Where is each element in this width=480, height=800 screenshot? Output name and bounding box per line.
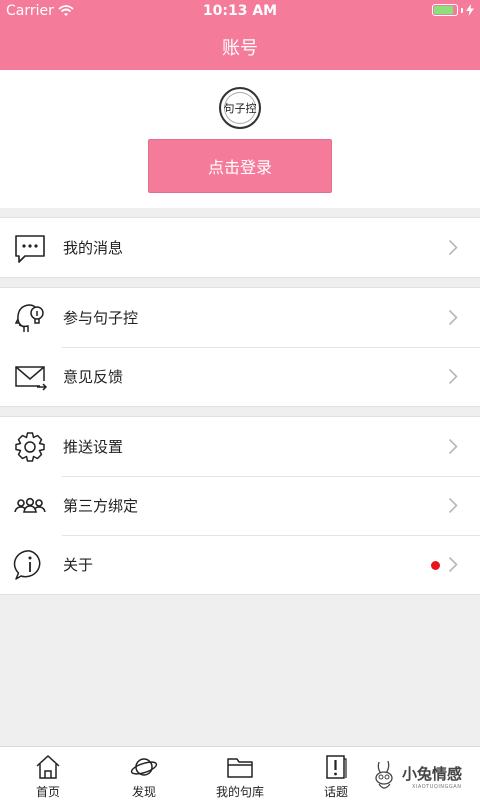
chevron-right-icon — [448, 497, 458, 514]
gear-icon — [13, 430, 47, 464]
chevron-right-icon — [448, 368, 458, 385]
info-icon — [13, 548, 47, 582]
battery-level — [434, 6, 453, 14]
menu-item-label: 参与句子控 — [63, 309, 139, 327]
watermark: 小兔情感 XIAOTUQINGGAN — [368, 757, 480, 800]
new-notification-dot — [431, 561, 440, 570]
menu-item-label: 意见反馈 — [63, 368, 124, 386]
menu-item-push-settings[interactable]: 推送设置 — [0, 417, 480, 476]
menu-item-label: 我的消息 — [63, 239, 124, 257]
menu-item-feedback[interactable]: 意见反馈 — [0, 347, 480, 406]
rabbit-logo-icon — [375, 760, 393, 789]
tab-label: 我的句库 — [215, 785, 264, 799]
planet-icon — [130, 753, 158, 781]
people-icon — [13, 489, 47, 523]
menu-item-third-party-binding[interactable]: 第三方绑定 — [0, 476, 480, 535]
status-bar: Carrier 10:13 AM — [0, 0, 480, 22]
tab-my-library[interactable]: 我的句库 — [192, 747, 288, 800]
tab-label: 首页 — [35, 785, 60, 799]
profile-section: 句子控 点击登录 — [0, 70, 480, 208]
folder-icon — [226, 753, 254, 781]
battery-icon — [432, 4, 458, 16]
tab-label: 发现 — [131, 785, 156, 799]
login-button[interactable]: 点击登录 — [148, 139, 332, 193]
topic-icon — [322, 753, 350, 781]
app-logo-text: 句子控 — [223, 102, 257, 115]
battery-indicator — [432, 4, 474, 16]
watermark-subtext: XIAOTUQINGGAN — [412, 784, 462, 790]
charging-bolt-icon — [466, 4, 474, 16]
idea-head-icon — [13, 301, 47, 335]
header-bar: Carrier 10:13 AM 账号 — [0, 0, 480, 70]
menu-item-about[interactable]: 关于 — [0, 535, 480, 594]
chevron-right-icon — [448, 438, 458, 455]
menu-group-settings: 推送设置 第三方绑定 关于 — [0, 416, 480, 595]
app-logo: 句子控 — [219, 87, 261, 129]
menu-item-label: 关于 — [63, 556, 94, 574]
menu-group-participate: 参与句子控 意见反馈 — [0, 287, 480, 407]
chevron-right-icon — [448, 309, 458, 326]
page-title: 账号 — [222, 38, 258, 59]
mail-icon — [13, 360, 48, 394]
watermark-text: 小兔情感 — [402, 765, 463, 783]
message-icon — [13, 231, 47, 265]
menu-item-label: 推送设置 — [63, 438, 124, 456]
menu-item-label: 第三方绑定 — [63, 497, 139, 515]
menu-item-messages[interactable]: 我的消息 — [0, 218, 480, 277]
menu-item-participate[interactable]: 参与句子控 — [0, 288, 480, 347]
home-icon — [34, 753, 62, 781]
chevron-right-icon — [448, 556, 458, 573]
chevron-right-icon — [448, 239, 458, 256]
tab-home[interactable]: 首页 — [0, 747, 96, 800]
tab-discover[interactable]: 发现 — [96, 747, 192, 800]
status-time: 10:13 AM — [202, 3, 278, 19]
menu-group-messages: 我的消息 — [0, 217, 480, 278]
